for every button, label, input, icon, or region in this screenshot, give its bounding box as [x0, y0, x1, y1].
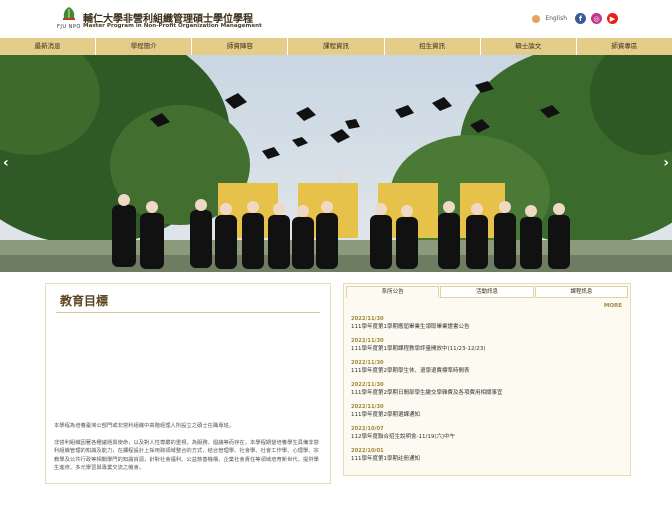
carousel-prev-button[interactable]: ‹ [3, 155, 9, 171]
news-title[interactable]: 111學年度第1學期應屆畢業生領取畢業證書公告 [351, 323, 623, 332]
more-link[interactable]: MORE [604, 303, 622, 309]
list-item[interactable]: 2022/11/30 111學年度第2學期日間部學生繳交學雜費及各項費用相關事宜 [351, 381, 623, 403]
tab-events[interactable]: 活動訊息 [440, 286, 534, 298]
news-title[interactable]: 111學年度第2學期學生休、退學退費標準時間表 [351, 367, 623, 376]
site-header: FJU NPO 輔仁大學非營利組織管理碩士學位學程 Master Program… [0, 0, 672, 38]
news-title[interactable]: 111學年度第1學期課程教學評量開放中(11/23-12/23) [351, 345, 623, 354]
list-item[interactable]: 2022/11/30 111學年度第1學期課程教學評量開放中(11/23-12/… [351, 337, 623, 359]
list-item[interactable]: 2022/10/01 111學年度第1學期註冊通知 [351, 447, 623, 469]
site-subtitle: Master Program in Non-Profit Organizatio… [83, 23, 262, 29]
logo-text: FJU NPO [57, 24, 81, 30]
news-date: 2022/11/30 [351, 338, 384, 344]
tab-course-info[interactable]: 課程訊息 [534, 286, 628, 298]
carousel-next-button[interactable]: › [663, 155, 669, 171]
education-goals-text: 本學程為培養臺灣公部門或非營利組織中高階經理人所設立之碩士在職專班。 [54, 423, 235, 429]
news-date: 2022/11/30 [351, 382, 384, 388]
news-title[interactable]: 112學年度聯合招生說明會-11/19(六)中午 [351, 433, 623, 442]
nav-faculty[interactable]: 師資陣容 [192, 38, 289, 55]
education-goals-panel: 教育目標 本學程為培養臺灣公部門或非營利組織中高階經理人所設立之碩士在職專班。 … [45, 283, 331, 484]
list-item[interactable]: 2022/10/07 112學年度聯合招生說明會-11/19(六)中午 [351, 425, 623, 447]
nav-theses[interactable]: 碩士論文 [481, 38, 577, 55]
news-title[interactable]: 111學年度第1學期註冊通知 [351, 455, 623, 464]
news-title[interactable]: 111學年度第2學期選課通知 [351, 411, 623, 420]
globe-icon [532, 14, 541, 23]
instagram-icon[interactable]: ◎ [591, 13, 602, 24]
education-goals-text: 非營利組織因著各種議題與使命，以及對人性尊嚴的重視，為服務、倡議等而存在，本學程… [54, 440, 319, 472]
language-link[interactable]: English [545, 15, 567, 22]
header-utilities: English f ◎ ▶ [532, 13, 618, 24]
news-date: 2022/10/07 [351, 426, 384, 432]
news-list: 2022/11/30 111學年度第1學期應屆畢業生領取畢業證書公告 2022/… [351, 315, 623, 469]
list-item[interactable]: 2022/11/30 111學年度第1學期應屆畢業生領取畢業證書公告 [351, 315, 623, 337]
nav-latest-news[interactable]: 最新消息 [0, 38, 97, 55]
news-date: 2022/10/01 [351, 448, 384, 454]
nav-courses[interactable]: 課程資訊 [288, 38, 385, 55]
hero-graduation-photo [0, 55, 672, 272]
nav-admissions[interactable]: 招生資訊 [385, 38, 481, 55]
news-date: 2022/11/30 [351, 404, 384, 410]
news-date: 2022/11/30 [351, 316, 384, 322]
nav-program-intro[interactable]: 學程簡介 [96, 38, 193, 55]
youtube-icon[interactable]: ▶ [607, 13, 618, 24]
list-item[interactable]: 2022/11/30 111學年度第2學期選課通知 [351, 403, 623, 425]
news-panel: 系所公告 活動訊息 課程訊息 MORE 2022/11/30 111學年度第1學… [343, 283, 631, 476]
tab-dept-announcements[interactable]: 系所公告 [346, 286, 440, 298]
logo-leaf-icon [63, 7, 75, 20]
news-tabs: 系所公告 活動訊息 課程訊息 [346, 286, 628, 298]
hero-carousel[interactable]: ‹ › [0, 55, 672, 272]
facebook-icon[interactable]: f [575, 13, 586, 24]
site-logo[interactable]: FJU NPO [57, 6, 81, 32]
news-title[interactable]: 111學年度第2學期日間部學生繳交學雜費及各項費用相關事宜 [351, 389, 623, 398]
divider [56, 312, 320, 313]
education-goals-title: 教育目標 [60, 294, 109, 308]
nav-faculty-zone[interactable]: 師資專區 [577, 38, 672, 55]
main-nav: 最新消息 學程簡介 師資陣容 課程資訊 招生資訊 碩士論文 師資專區 [0, 38, 672, 55]
news-date: 2022/11/30 [351, 360, 384, 366]
list-item[interactable]: 2022/11/30 111學年度第2學期學生休、退學退費標準時間表 [351, 359, 623, 381]
